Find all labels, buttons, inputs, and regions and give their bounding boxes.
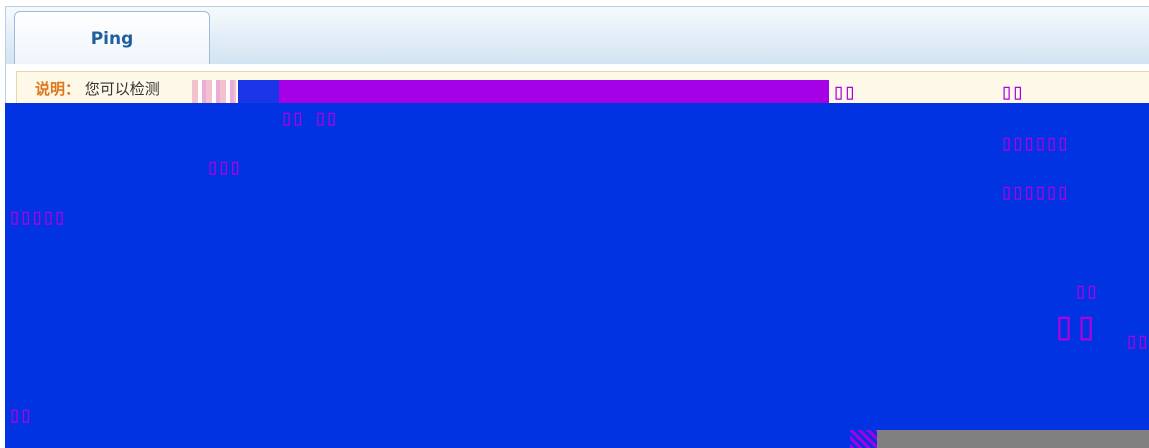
glitch-glyphs: ▯▯▯ bbox=[206, 155, 242, 180]
tab-ping[interactable]: Ping bbox=[14, 11, 210, 66]
tab-bar: Ping bbox=[5, 6, 1149, 66]
glitch-glyphs: ▯▯▯▯▯ bbox=[8, 205, 66, 230]
corrupted-region bbox=[5, 103, 1149, 448]
glitch-glyphs: ▯▯ bbox=[1125, 329, 1149, 354]
notice-text: 您可以检测 bbox=[84, 80, 160, 98]
glitch-glyphs: ▯▯ bbox=[832, 80, 856, 105]
app-window: Ping 说明： 您可以检测 ▯▯ ▯▯ ▯▯ ▯▯ ▯▯▯▯▯▯ ▯▯▯ ▯▯… bbox=[0, 0, 1149, 448]
glitch-glyphs: ▯▯▯▯▯▯ bbox=[1000, 131, 1069, 156]
glitch-artifact bbox=[238, 80, 280, 104]
glitch-glyphs: ▯▯ bbox=[1074, 279, 1098, 304]
glitch-artifact bbox=[192, 80, 236, 104]
glitch-artifact bbox=[850, 430, 877, 448]
glitch-glyphs: ▯▯▯▯▯▯ bbox=[1000, 180, 1069, 205]
glitch-glyphs: ▯▯ bbox=[8, 403, 32, 428]
notice-label: 说明： bbox=[35, 80, 81, 98]
glitch-glyphs: ▯▯ ▯▯ bbox=[280, 106, 338, 131]
glitch-glyphs: ▯▯ bbox=[1052, 303, 1098, 349]
glitch-glyphs: ▯▯ bbox=[1000, 80, 1024, 105]
glitch-artifact bbox=[279, 80, 829, 104]
glitch-artifact bbox=[877, 430, 1149, 448]
